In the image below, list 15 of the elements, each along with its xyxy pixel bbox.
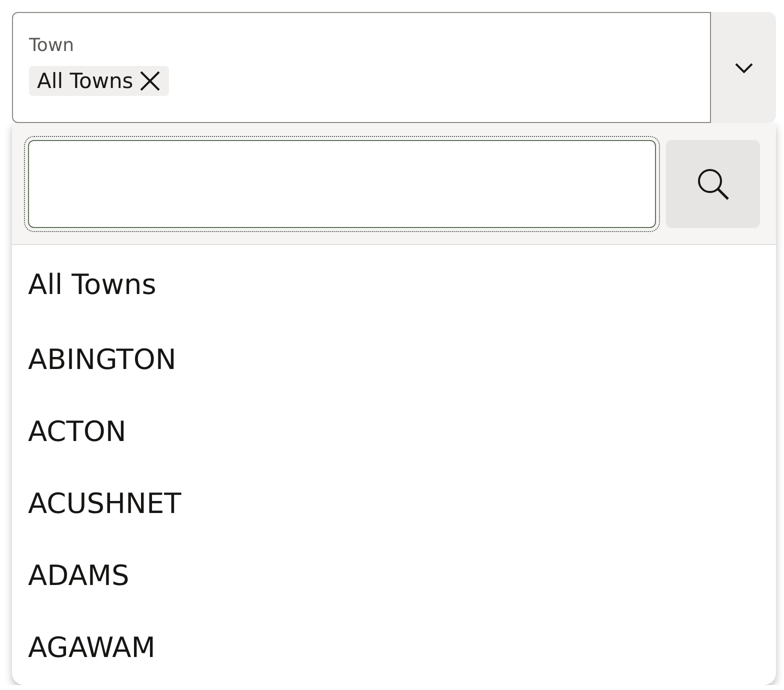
town-option[interactable]: ABINGTON <box>28 342 176 376</box>
town-option[interactable]: ADAMS <box>28 558 130 592</box>
town-option[interactable]: ACTON <box>28 414 126 448</box>
search-icon <box>696 167 730 201</box>
town-select-field[interactable]: Town All Towns <box>12 12 711 123</box>
town-option[interactable]: All Towns <box>28 268 156 300</box>
close-icon <box>139 70 162 92</box>
chip-label: All Towns <box>37 69 134 93</box>
town-option[interactable]: ACUSHNET <box>28 486 182 520</box>
search-button[interactable] <box>666 140 760 228</box>
field-label: Town <box>29 35 74 56</box>
chevron-down-icon <box>734 62 754 74</box>
remove-chip-button[interactable] <box>139 70 162 92</box>
town-option[interactable]: AGAWAM <box>28 630 156 664</box>
dropdown-toggle-button[interactable] <box>711 12 776 123</box>
